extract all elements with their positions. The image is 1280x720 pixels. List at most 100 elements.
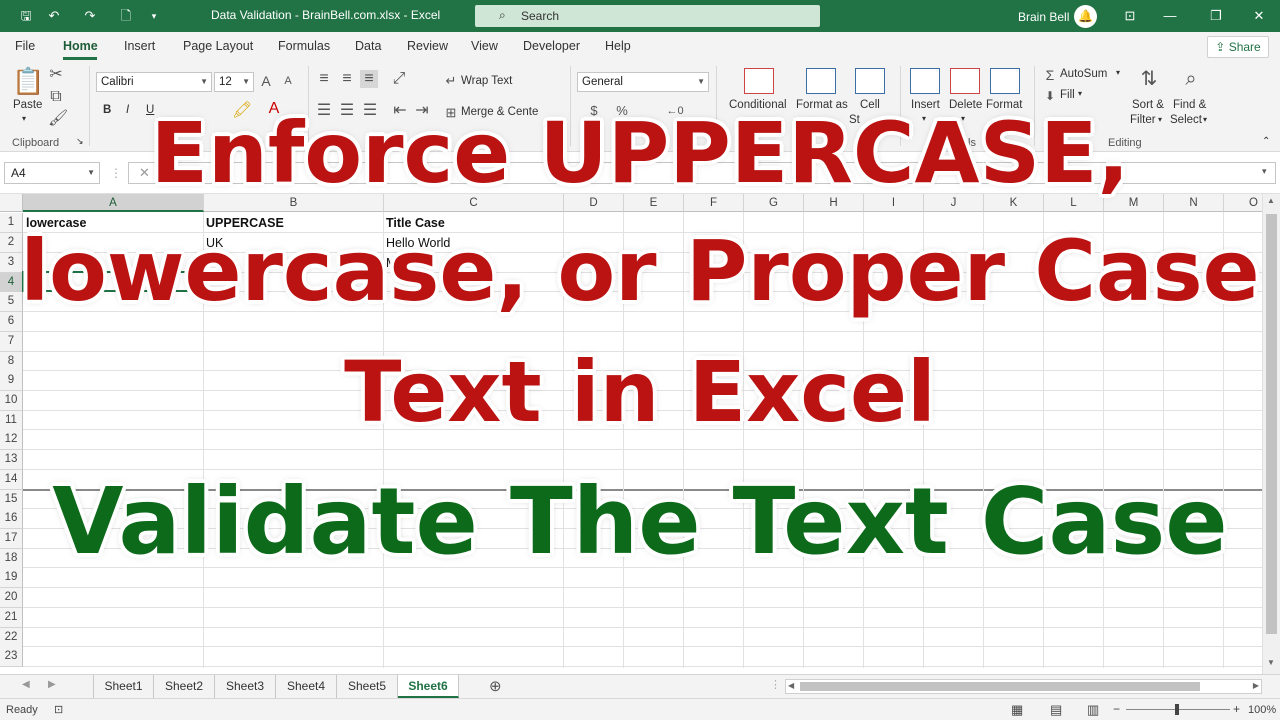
format-cells-icon[interactable] [990,68,1020,94]
scroll-right-icon[interactable]: ▶ [1253,681,1259,690]
find-select-icon[interactable]: ⌕ [1176,66,1206,92]
tab-file[interactable]: File [15,39,35,53]
page-layout-view-icon[interactable]: ▤ [1050,702,1062,718]
font-size-select[interactable]: 12 ▼ [214,72,254,92]
cut-icon[interactable]: ✂ [48,66,64,84]
zoom-slider-thumb[interactable] [1175,704,1179,715]
overlay-title-line-3: Text in Excel [344,343,936,441]
user-name[interactable]: Brain Bell [1018,10,1069,24]
sheet-tab-active[interactable]: Sheet6 [398,675,459,698]
avatar[interactable]: 🔔 [1074,5,1097,28]
paste-icon[interactable]: 📋 [12,66,44,96]
tab-review[interactable]: Review [407,39,448,53]
tab-data[interactable]: Data [355,39,381,53]
sheet-tab[interactable]: Sheet1 [93,675,154,698]
add-sheet-icon[interactable]: ⊕ [489,677,502,695]
gridline [23,646,1262,647]
zoom-level[interactable]: 100% [1248,704,1276,716]
tab-developer[interactable]: Developer [523,39,580,53]
maximize-icon[interactable]: ❐ [1205,6,1227,26]
number-format-select[interactable]: General ▼ [577,72,709,92]
overlay-title-line-1: Enforce UPPERCASE, [150,104,1130,202]
overlay-subtitle: Validate The Text Case [52,468,1228,575]
fill-icon[interactable]: ⬇ [1042,87,1058,105]
prev-sheet-icon[interactable]: ◀ [22,679,30,690]
normal-view-icon[interactable]: ▦ [1011,702,1023,718]
sheet-tab[interactable]: Sheet2 [154,675,215,698]
search-box[interactable]: ⌕ Search [475,5,820,27]
zoom-in-icon[interactable]: + [1233,702,1240,716]
decrease-font-icon[interactable]: A [280,72,296,90]
redo-icon[interactable]: ↷ [82,8,98,24]
sheet-tab[interactable]: Sheet3 [215,675,276,698]
conditional-formatting-icon[interactable] [744,68,774,94]
autosum-icon[interactable]: Σ [1042,66,1058,84]
increase-font-icon[interactable]: A [258,72,274,90]
overlay-title-line-2: lowercase, or Proper Case [20,222,1260,320]
ribbon-tabs: File Home Insert Page Layout Formulas Da… [0,32,1280,60]
customize-toolbar-icon[interactable]: ▾ [146,8,162,24]
save-icon[interactable]: 🖫 [18,8,34,24]
tab-formulas[interactable]: Formulas [278,39,330,53]
macro-record-icon[interactable]: ⊡ [54,703,63,716]
align-middle-icon[interactable]: ≡ [339,70,355,88]
gridline [23,666,1262,667]
gridline [23,587,1262,588]
cell-styles-icon[interactable] [855,68,885,94]
tab-help[interactable]: Help [605,39,631,53]
row-header[interactable]: 20 [0,588,23,608]
scroll-left-icon[interactable]: ◀ [788,681,794,690]
wrap-text-icon[interactable]: ↵ [444,72,458,90]
autosum-button[interactable]: AutoSum [1060,68,1107,80]
page-break-view-icon[interactable]: ▥ [1087,702,1099,718]
fill-button[interactable]: Fill [1060,89,1075,101]
row-header[interactable]: 13 [0,450,23,470]
tab-home[interactable]: Home [63,39,98,53]
close-icon[interactable]: ✕ [1248,6,1270,26]
gridline [23,331,1262,332]
align-bottom-icon[interactable]: ≡ [360,70,378,88]
scroll-down-icon[interactable]: ▼ [1267,658,1275,667]
fill-dropdown-icon[interactable]: ▾ [1078,89,1082,98]
insert-cells-icon[interactable] [910,68,940,94]
tab-page-layout[interactable]: Page Layout [183,39,253,53]
ribbon-display-icon[interactable]: ⊡ [1119,6,1141,26]
autosum-dropdown-icon[interactable]: ▾ [1116,68,1120,77]
share-icon: ⇪ [1215,40,1226,54]
gridline [23,607,1262,608]
next-sheet-icon[interactable]: ▶ [48,679,56,690]
copy-icon[interactable]: ⧉ [48,88,64,106]
scroll-thumb[interactable] [800,682,1200,691]
chevron-down-icon: ▼ [200,77,208,86]
font-name-select[interactable]: Calibri ▼ [96,72,212,92]
sort-filter-icon[interactable]: ⇅ [1134,66,1164,92]
zoom-out-icon[interactable]: − [1113,702,1120,716]
window-title: Data Validation - BrainBell.com.xlsx - E… [211,8,441,22]
tab-insert[interactable]: Insert [124,39,155,53]
chevron-down-icon: ▼ [697,77,705,86]
minimize-icon[interactable]: — [1159,6,1181,26]
font-size-value: 12 [219,76,232,88]
search-placeholder: Search [521,9,560,23]
delete-cells-icon[interactable] [950,68,980,94]
align-top-icon[interactable]: ≡ [316,70,332,88]
undo-icon[interactable]: ↶ [46,8,62,24]
gridline [23,449,1262,450]
search-icon: ⌕ [499,8,506,22]
share-button[interactable]: ⇪ Share [1207,36,1269,58]
sheet-tab[interactable]: Sheet5 [337,675,398,698]
wrap-text-button[interactable]: Wrap Text [461,75,512,87]
tab-view[interactable]: View [471,39,498,53]
status-bar: Ready ⊡ ▦ ▤ ▥ − + 100% [0,698,1280,720]
sheet-tab[interactable]: Sheet4 [276,675,337,698]
row-header[interactable]: 23 [0,647,23,667]
new-file-icon[interactable]: 🗋 [118,8,134,24]
row-header[interactable]: 22 [0,628,23,648]
horizontal-scrollbar[interactable]: ◀ ▶ [785,679,1262,694]
format-as-table-icon[interactable] [806,68,836,94]
font-name-value: Calibri [101,76,134,88]
row-header[interactable]: 21 [0,608,23,628]
orientation-icon[interactable]: ⤢ [390,70,408,88]
title-bar: 🖫 ↶ ↷ 🗋 ▾ Data Validation - BrainBell.co… [0,0,1280,32]
chevron-down-icon: ▼ [242,77,250,86]
